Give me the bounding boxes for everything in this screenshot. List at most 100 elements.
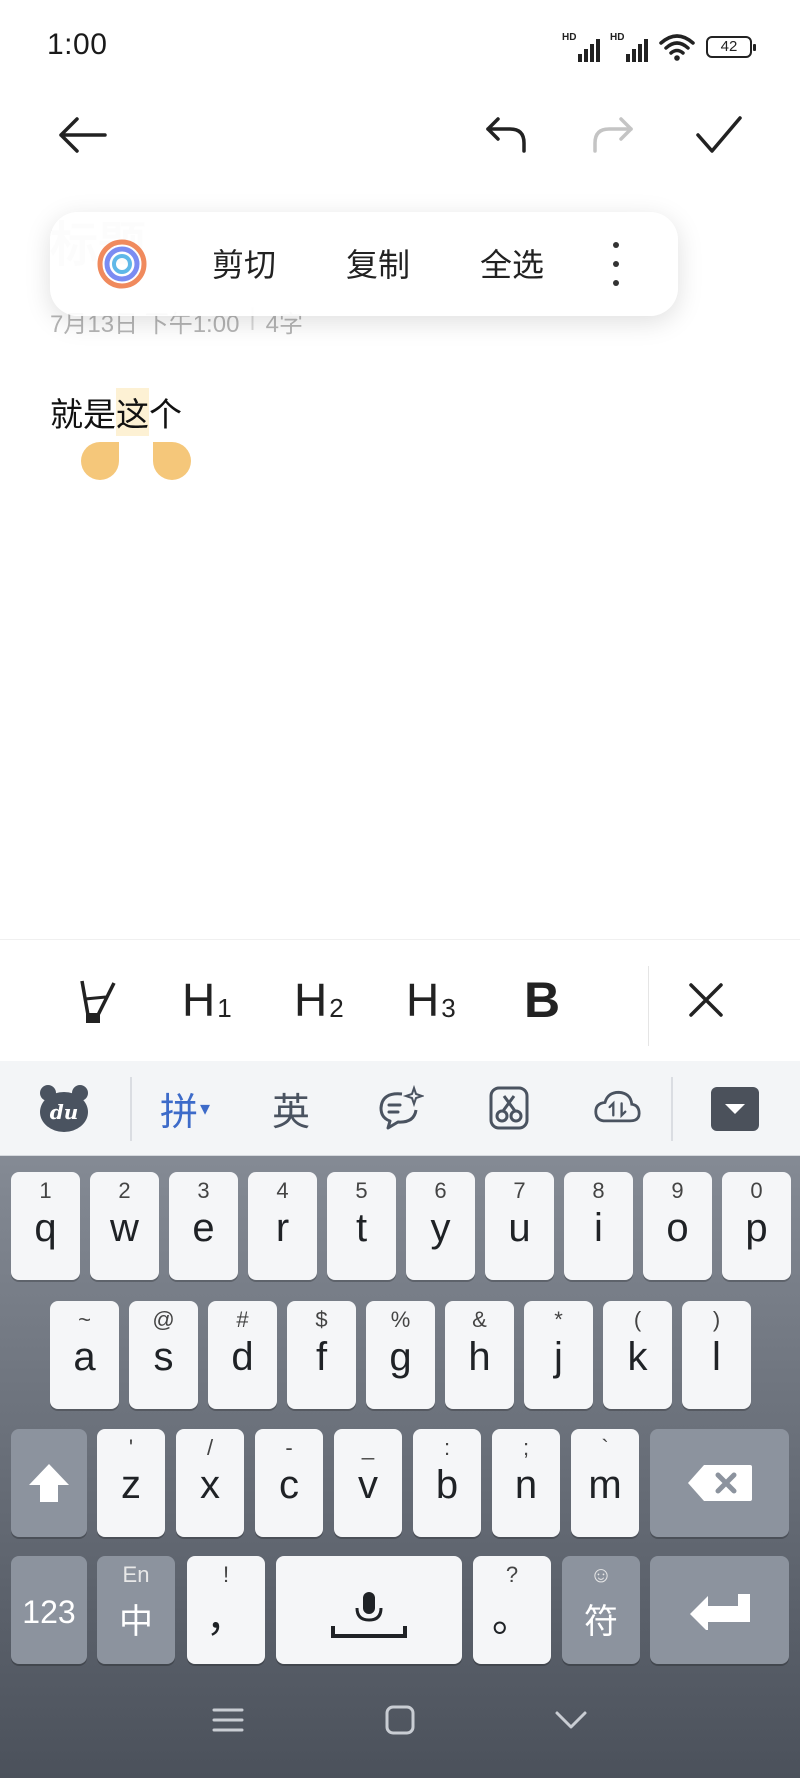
english-mode-button[interactable]: 英	[272, 1079, 310, 1137]
key-label: c	[279, 1463, 299, 1507]
key-z[interactable]: ' z	[97, 1429, 165, 1537]
key-l[interactable]: ) l	[682, 1301, 751, 1409]
key-a[interactable]: ~ a	[50, 1301, 119, 1409]
pinyin-mode-button[interactable]: 拼 ▾	[160, 1079, 210, 1137]
chevron-down-icon	[555, 1711, 587, 1729]
note-body[interactable]: 就是 这 个	[50, 388, 182, 436]
key-q[interactable]: 1q	[11, 1172, 80, 1280]
enter-key[interactable]	[650, 1556, 789, 1664]
key-label: g	[389, 1335, 412, 1379]
symbol-key[interactable]: ☺ 符	[562, 1556, 640, 1664]
pinyin-label: 拼	[160, 1091, 199, 1134]
backspace-icon	[688, 1465, 752, 1501]
key-label: w	[110, 1206, 139, 1250]
scissors-icon[interactable]	[485, 1079, 533, 1137]
key-secondary-label: 2	[118, 1178, 131, 1203]
toolbar-divider	[130, 1077, 132, 1141]
key-secondary-label: :	[443, 1435, 451, 1460]
key-label: b	[435, 1463, 459, 1507]
key-o[interactable]: 9o	[643, 1172, 712, 1280]
key-x[interactable]: / x	[176, 1429, 244, 1537]
number-mode-key[interactable]: 123	[11, 1556, 87, 1664]
key-f[interactable]: $ f	[287, 1301, 356, 1409]
period-key-top: ?	[505, 1562, 519, 1587]
key-label: i	[594, 1206, 603, 1250]
shift-key[interactable]	[11, 1429, 87, 1537]
key-c[interactable]: -c	[255, 1429, 323, 1537]
key-b[interactable]: :b	[413, 1429, 481, 1537]
h1-sub: 1	[217, 992, 232, 1023]
key-i[interactable]: 8i	[564, 1172, 633, 1280]
comma-key-top: !	[222, 1562, 230, 1587]
back-nav-button[interactable]	[547, 1696, 595, 1744]
key-y[interactable]: 6y	[406, 1172, 475, 1280]
key-h[interactable]: & h	[445, 1301, 514, 1409]
key-secondary-label: 4	[276, 1178, 289, 1203]
key-p[interactable]: 0p	[722, 1172, 791, 1280]
selected-text: 这	[116, 388, 149, 436]
key-r[interactable]: 4r	[248, 1172, 317, 1280]
key-u[interactable]: 7u	[485, 1172, 554, 1280]
cut-menu-item[interactable]: 剪切	[212, 240, 276, 286]
select-all-menu-item[interactable]: 全选	[480, 240, 544, 286]
key-e[interactable]: 3e	[169, 1172, 238, 1280]
key-label: o	[666, 1206, 689, 1250]
menu-button[interactable]	[204, 1696, 252, 1744]
key-s[interactable]: @ s	[129, 1301, 198, 1409]
key-n[interactable]: ; n	[492, 1429, 560, 1537]
key-w[interactable]: 2w	[90, 1172, 159, 1280]
undo-button[interactable]	[474, 103, 538, 167]
key-secondary-label: 3	[197, 1178, 210, 1203]
key-j[interactable]: * j	[524, 1301, 593, 1409]
hide-keyboard-button[interactable]	[711, 1087, 759, 1131]
hd-label: HD	[562, 32, 577, 43]
key-d[interactable]: # d	[208, 1301, 277, 1409]
symbol-key-label: 符	[584, 1603, 618, 1641]
ai-assistant-icon[interactable]	[96, 238, 148, 290]
ai-chat-icon[interactable]	[376, 1079, 424, 1137]
baidu-ime-logo-icon[interactable]: du	[38, 1083, 90, 1133]
key-secondary-label: 0	[750, 1178, 763, 1203]
selection-end-handle[interactable]	[153, 442, 191, 480]
cloud-sync-icon[interactable]	[593, 1079, 641, 1137]
copy-menu-item[interactable]: 复制	[346, 240, 410, 286]
heading-2-button[interactable]: H2	[294, 965, 344, 1035]
key-label: v	[358, 1463, 378, 1507]
selection-start-handle[interactable]	[81, 442, 119, 480]
key-label: j	[554, 1335, 563, 1379]
format-toolbar: H1 H2 H3 B	[0, 939, 800, 1061]
key-label: e	[192, 1206, 215, 1250]
redo-button[interactable]	[581, 103, 645, 167]
key-secondary-label: `	[601, 1435, 609, 1460]
period-key[interactable]: ? 。	[473, 1556, 551, 1664]
home-button[interactable]	[376, 1696, 424, 1744]
cellular-signal-icon: HD	[562, 32, 600, 62]
more-options-icon[interactable]	[606, 242, 626, 286]
language-switch-key[interactable]: En 中	[97, 1556, 175, 1664]
clear-format-button[interactable]	[72, 965, 124, 1035]
heading-3-button[interactable]: H3	[406, 965, 456, 1035]
key-secondary-label: @	[152, 1307, 175, 1332]
bold-button[interactable]: B	[524, 965, 560, 1035]
space-key[interactable]	[276, 1556, 462, 1664]
body-text-before: 就是	[50, 396, 116, 433]
back-button[interactable]	[50, 103, 114, 167]
key-secondary-label: -	[285, 1435, 293, 1460]
close-format-button[interactable]	[680, 965, 732, 1035]
h3-sub: 3	[441, 992, 456, 1023]
period-key-label: 。	[492, 1596, 532, 1640]
backspace-key[interactable]	[650, 1429, 789, 1537]
key-g[interactable]: % g	[366, 1301, 435, 1409]
comma-key[interactable]: ! ，	[187, 1556, 265, 1664]
key-secondary-label: 8	[592, 1178, 605, 1203]
key-label: z	[121, 1463, 141, 1507]
comma-key-label: ，	[206, 1596, 246, 1640]
key-v[interactable]: _ v	[334, 1429, 402, 1537]
heading-1-button[interactable]: H1	[182, 965, 232, 1035]
key-secondary-label: 5	[355, 1178, 368, 1203]
done-button[interactable]	[687, 103, 751, 167]
key-m[interactable]: ` m	[571, 1429, 639, 1537]
key-k[interactable]: (k	[603, 1301, 672, 1409]
key-t[interactable]: 5t	[327, 1172, 396, 1280]
chevron-down-icon	[725, 1104, 745, 1114]
